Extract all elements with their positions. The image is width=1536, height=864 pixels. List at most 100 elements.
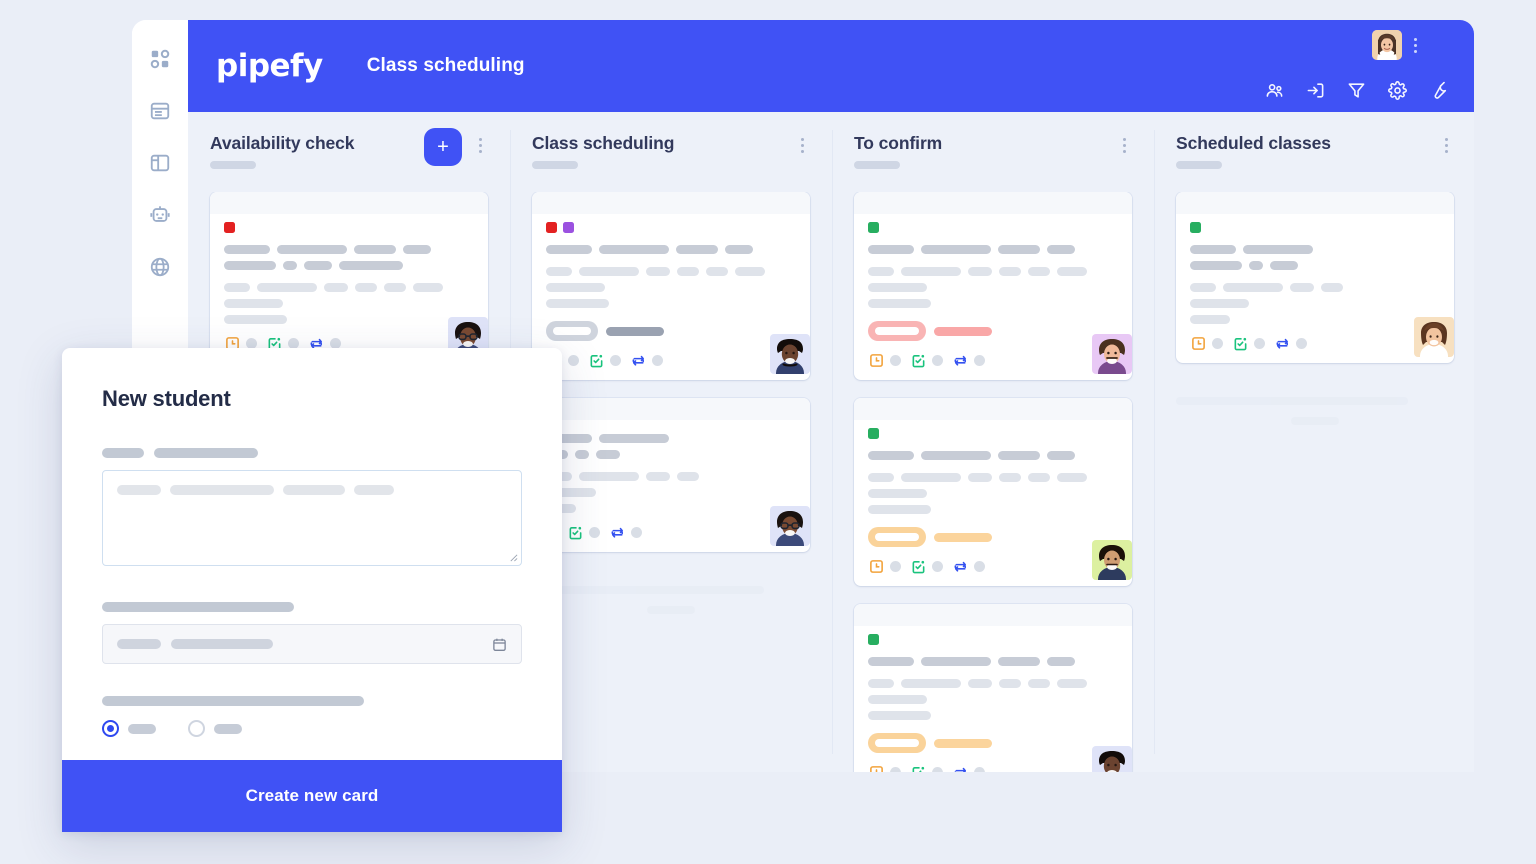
card-label-chip <box>868 222 879 233</box>
card-badge <box>868 321 926 341</box>
column-header: Class scheduling <box>510 133 832 192</box>
card-label-chip <box>563 222 574 233</box>
card-icon-row <box>546 525 796 540</box>
column-subtitle-placeholder <box>1176 161 1222 170</box>
column-header: Scheduled classes <box>1154 133 1474 192</box>
connection-blue-icon <box>953 765 968 772</box>
column-menu-icon[interactable] <box>472 134 488 156</box>
column-menu-icon[interactable] <box>794 134 810 156</box>
card-label-chip <box>224 222 235 233</box>
calendar-icon[interactable] <box>492 637 507 652</box>
globe-icon[interactable] <box>147 254 173 280</box>
card-assignee-avatar[interactable] <box>1414 317 1454 357</box>
card-labels <box>224 222 474 233</box>
radio-options <box>102 720 522 737</box>
column-cards <box>832 192 1154 772</box>
radio-option-2[interactable] <box>188 720 205 737</box>
card-cover <box>854 192 1132 214</box>
wrench-icon[interactable] <box>1429 81 1448 100</box>
card-cover <box>854 604 1132 626</box>
card-label-chip <box>546 222 557 233</box>
textarea-placeholder <box>117 485 507 495</box>
board-column: To confirm <box>832 112 1154 772</box>
column-load-more-placeholder <box>532 586 810 614</box>
column-menu-icon[interactable] <box>1438 134 1454 156</box>
card-icon-row <box>868 765 1118 772</box>
card[interactable] <box>1176 192 1454 363</box>
column-header: Availability check + <box>188 128 510 192</box>
more-options-icon[interactable] <box>1408 34 1422 56</box>
inbox-import-icon[interactable] <box>1306 81 1325 100</box>
radio-option-1-label <box>128 723 156 734</box>
column-load-more-placeholder <box>1176 397 1454 425</box>
database-list-icon[interactable] <box>147 98 173 124</box>
checklist-green-icon <box>1233 336 1248 351</box>
field-label-placeholder <box>102 602 522 612</box>
card[interactable] <box>210 192 488 363</box>
connection-blue-icon <box>610 525 625 540</box>
checklist-green-icon <box>568 525 583 540</box>
card-badge-row <box>868 321 1118 341</box>
field-label-placeholder <box>102 696 522 706</box>
create-new-card-button[interactable]: Create new card <box>62 760 562 832</box>
card-assignee-avatar[interactable] <box>1092 540 1132 580</box>
create-new-card-label: Create new card <box>245 786 379 805</box>
gear-icon[interactable] <box>1388 81 1407 100</box>
page-title: Class scheduling <box>366 55 525 76</box>
members-icon[interactable] <box>1265 81 1284 100</box>
card[interactable] <box>532 398 810 552</box>
checklist-green-icon <box>589 353 604 368</box>
card-cover <box>210 192 488 214</box>
card-labels <box>868 634 1118 645</box>
filter-icon[interactable] <box>1347 81 1366 100</box>
card-badge <box>868 527 926 547</box>
card-labels <box>868 222 1118 233</box>
card-label-chip <box>868 428 879 439</box>
column-title: Availability check <box>210 133 355 153</box>
column-subtitle-placeholder <box>532 161 578 170</box>
header-toolbar <box>1265 81 1448 100</box>
card-label-chip <box>868 634 879 645</box>
description-field[interactable] <box>102 470 522 566</box>
card[interactable] <box>854 192 1132 380</box>
card-assignee-avatar[interactable] <box>770 334 810 374</box>
avatar[interactable] <box>1372 30 1402 60</box>
clock-orange-icon <box>869 559 884 574</box>
card-cover <box>532 192 810 214</box>
card-assignee-avatar[interactable] <box>1092 746 1132 772</box>
card-icon-row <box>868 559 1118 574</box>
card-icon-row <box>1190 336 1440 351</box>
column-title: Class scheduling <box>532 133 675 153</box>
card-badge-row <box>546 321 796 341</box>
card[interactable] <box>854 604 1132 772</box>
checklist-green-icon <box>911 765 926 772</box>
pipefy-logo: pipefy <box>216 47 323 84</box>
radio-option-1[interactable] <box>102 720 119 737</box>
board-column: Scheduled classes <box>1154 112 1474 772</box>
layout-panel-icon[interactable] <box>147 150 173 176</box>
modal-title: New student <box>102 386 231 411</box>
card-assignee-avatar[interactable] <box>1092 334 1132 374</box>
add-card-button[interactable]: + <box>424 128 462 166</box>
date-field[interactable] <box>102 624 522 664</box>
card-cover <box>854 398 1132 420</box>
card-badge <box>868 733 926 753</box>
card[interactable] <box>532 192 810 380</box>
header-user-area <box>1372 30 1422 60</box>
card-label-chip <box>1190 222 1201 233</box>
card[interactable] <box>854 398 1132 586</box>
radio-option-2-label <box>214 723 242 734</box>
grid-dashboard-icon[interactable] <box>147 46 173 72</box>
robot-automation-icon[interactable] <box>147 202 173 228</box>
column-menu-icon[interactable] <box>1116 134 1132 156</box>
app-header: pipefy Class scheduling <box>188 20 1474 112</box>
card-badge-row <box>868 527 1118 547</box>
checklist-green-icon <box>911 559 926 574</box>
connection-blue-icon <box>631 353 646 368</box>
option-group <box>102 696 522 737</box>
card-assignee-avatar[interactable] <box>770 506 810 546</box>
checklist-green-icon <box>911 353 926 368</box>
resize-handle[interactable] <box>509 553 518 562</box>
column-cards <box>1154 192 1474 772</box>
column-subtitle-placeholder <box>854 161 900 170</box>
